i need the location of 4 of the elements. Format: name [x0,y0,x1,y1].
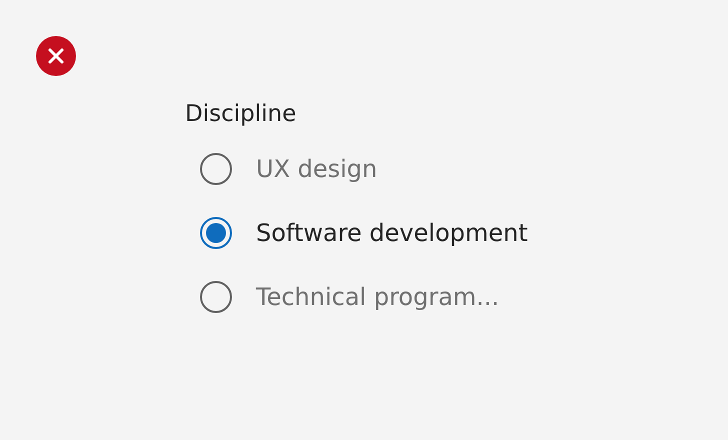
group-label: Discipline [185,100,298,129]
radio-option[interactable]: Technical program... [200,280,728,314]
radio-option[interactable]: Software development [200,216,728,250]
radio-option[interactable]: UX design [200,152,728,186]
